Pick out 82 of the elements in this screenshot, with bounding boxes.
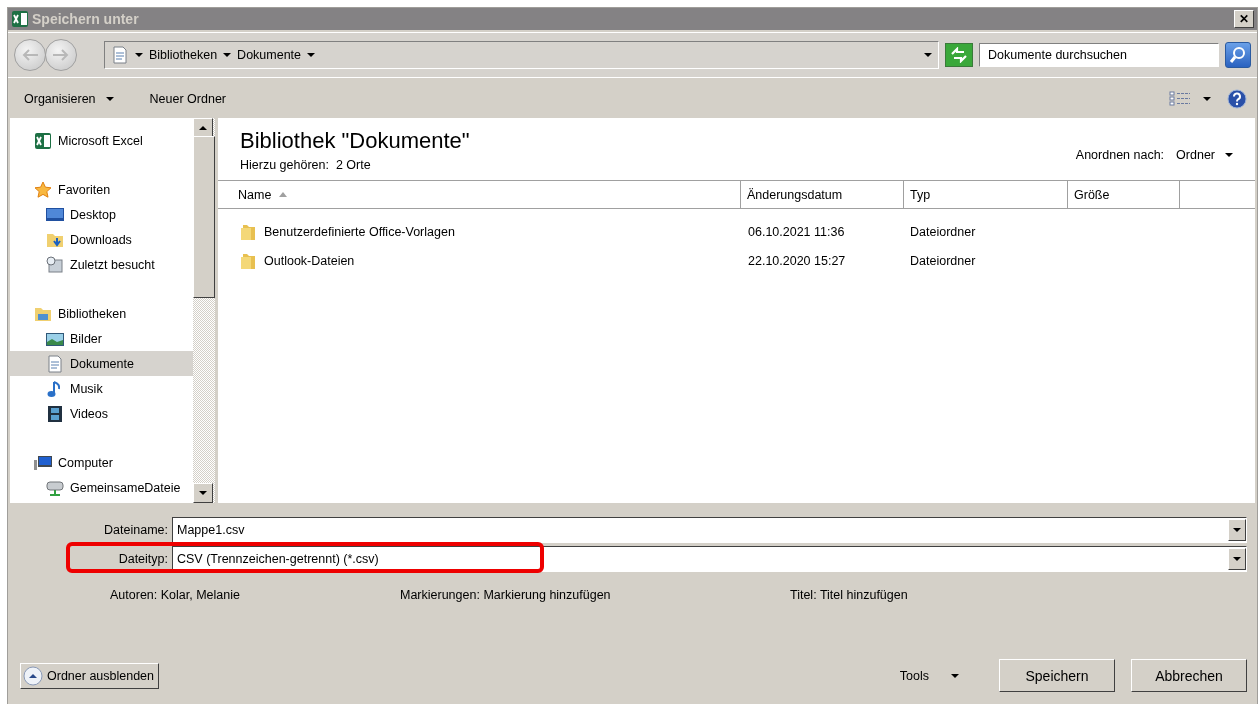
sidebar-item[interactable]: Videos <box>10 401 193 426</box>
sort-arrow-icon <box>279 192 288 197</box>
recent-places-icon <box>46 255 64 274</box>
save-button[interactable]: Speichern <box>999 659 1115 692</box>
column-heading[interactable]: Größe <box>1068 181 1180 208</box>
breadcrumb[interactable]: Dokumente <box>237 48 302 62</box>
scrollbar[interactable] <box>193 118 215 503</box>
folder-icon <box>240 222 258 241</box>
down-arrow-icon <box>199 491 207 495</box>
excel-icon <box>34 131 52 150</box>
search-field[interactable]: Dokumente durchsuchen <box>979 43 1219 67</box>
help-icon[interactable] <box>1227 89 1247 109</box>
library-locations: Hierzu gehören: 2 Orte <box>240 158 372 172</box>
caret-icon[interactable] <box>924 53 932 57</box>
refresh-button[interactable] <box>945 43 973 67</box>
column-heading[interactable]: Name <box>218 181 741 208</box>
sidebar-item[interactable]: Bibliotheken <box>10 301 193 326</box>
caret-icon[interactable] <box>1203 97 1211 101</box>
new-folder-button[interactable]: Neuer Ordner <box>143 88 232 110</box>
table-cell-text: 06.10.2021 11:36 <box>747 224 846 239</box>
address-bar[interactable]: Bibliotheken Dokumente <box>104 41 939 69</box>
up-arrow-icon <box>199 126 207 130</box>
caret-icon[interactable] <box>223 53 232 57</box>
dropdown-button[interactable] <box>1228 518 1246 541</box>
document-icon <box>46 354 64 373</box>
combo-field[interactable]: Mappe1.csv <box>172 516 1247 543</box>
breadcrumb[interactable]: Bibliotheken <box>149 48 218 62</box>
hide-folders-button[interactable]: Ordner ausblenden <box>20 662 160 689</box>
view-list-icon[interactable] <box>1169 91 1191 107</box>
metadata-field[interactable]: Markierungen: Markierung hinzufügen <box>400 588 790 602</box>
down-arrow-icon <box>1233 527 1241 532</box>
library-title: Bibliothek "Dokumente" <box>240 128 470 154</box>
excel-icon <box>11 10 29 28</box>
sidebar-item[interactable]: Desktop <box>10 202 193 227</box>
tools-menu[interactable]: Tools <box>893 667 965 684</box>
search-icon <box>1229 46 1247 64</box>
combo-field[interactable]: CSV (Trennzeichen-getrennt) (*.csv) <box>172 545 1247 572</box>
sidebar-item[interactable]: Musik <box>10 376 193 401</box>
sidebar-item[interactable]: GemeinsameDateie <box>10 475 193 500</box>
sidebar-item[interactable]: Downloads <box>10 227 193 252</box>
document-icon <box>111 46 129 64</box>
file-name-cell[interactable]: Outlook-Dateien <box>218 251 742 270</box>
scroll-thumb[interactable] <box>193 136 215 298</box>
cancel-button[interactable]: Abbrechen <box>1131 659 1247 692</box>
network-drive-icon <box>46 478 64 497</box>
caret-icon[interactable] <box>307 53 316 57</box>
caret-icon[interactable] <box>135 53 143 57</box>
dropdown-button[interactable] <box>1228 547 1246 570</box>
scroll-down-button[interactable] <box>193 483 213 503</box>
column-heading[interactable]: Typ <box>904 181 1068 208</box>
sidebar-item[interactable]: Computer <box>10 450 193 475</box>
arrange-label: Anordnen nach: <box>1075 148 1165 162</box>
close-button[interactable]: ✕ <box>1234 10 1254 28</box>
field-label: Dateityp: <box>117 551 169 566</box>
sidebar-item[interactable]: Microsoft Excel <box>10 128 193 153</box>
sidebar-item[interactable]: Favoriten <box>10 177 193 202</box>
back-arrow-icon <box>21 48 39 62</box>
table-cell-text: Dateiordner <box>909 253 977 268</box>
column-heading[interactable]: Änderungsdatum <box>741 181 904 208</box>
table-cell-text: 22.10.2020 15:27 <box>747 253 847 268</box>
file-name-cell[interactable]: Benutzerdefinierte Office-Vorlagen <box>218 222 742 241</box>
sidebar-item[interactable]: Dokumente <box>10 351 193 376</box>
scroll-up-button[interactable] <box>193 118 213 138</box>
field-label: Dateiname: <box>103 522 169 537</box>
window-title: Speichern unter <box>32 11 140 27</box>
arrange-dropdown[interactable]: Ordner <box>1176 148 1233 162</box>
search-button[interactable] <box>1225 42 1251 68</box>
down-arrow-icon <box>1233 556 1241 561</box>
folder-icon <box>240 251 258 270</box>
forward-arrow-icon <box>52 48 70 62</box>
monitor-icon <box>46 205 64 224</box>
metadata-field[interactable]: Autoren: Kolar, Melanie <box>110 588 400 602</box>
metadata-field[interactable]: Titel: Titel hinzufügen <box>790 588 1090 602</box>
table-cell-text: Dateiordner <box>909 224 977 239</box>
star-icon <box>34 180 52 199</box>
sidebar-item[interactable]: Bilder <box>10 326 193 351</box>
sidebar-item[interactable]: Zuletzt besucht <box>10 252 193 277</box>
film-icon <box>46 404 64 423</box>
refresh-arrows-icon <box>950 47 968 63</box>
organize-menu[interactable]: Organisieren <box>18 88 120 110</box>
computer-icon <box>34 453 52 472</box>
collapse-icon <box>23 665 43 686</box>
